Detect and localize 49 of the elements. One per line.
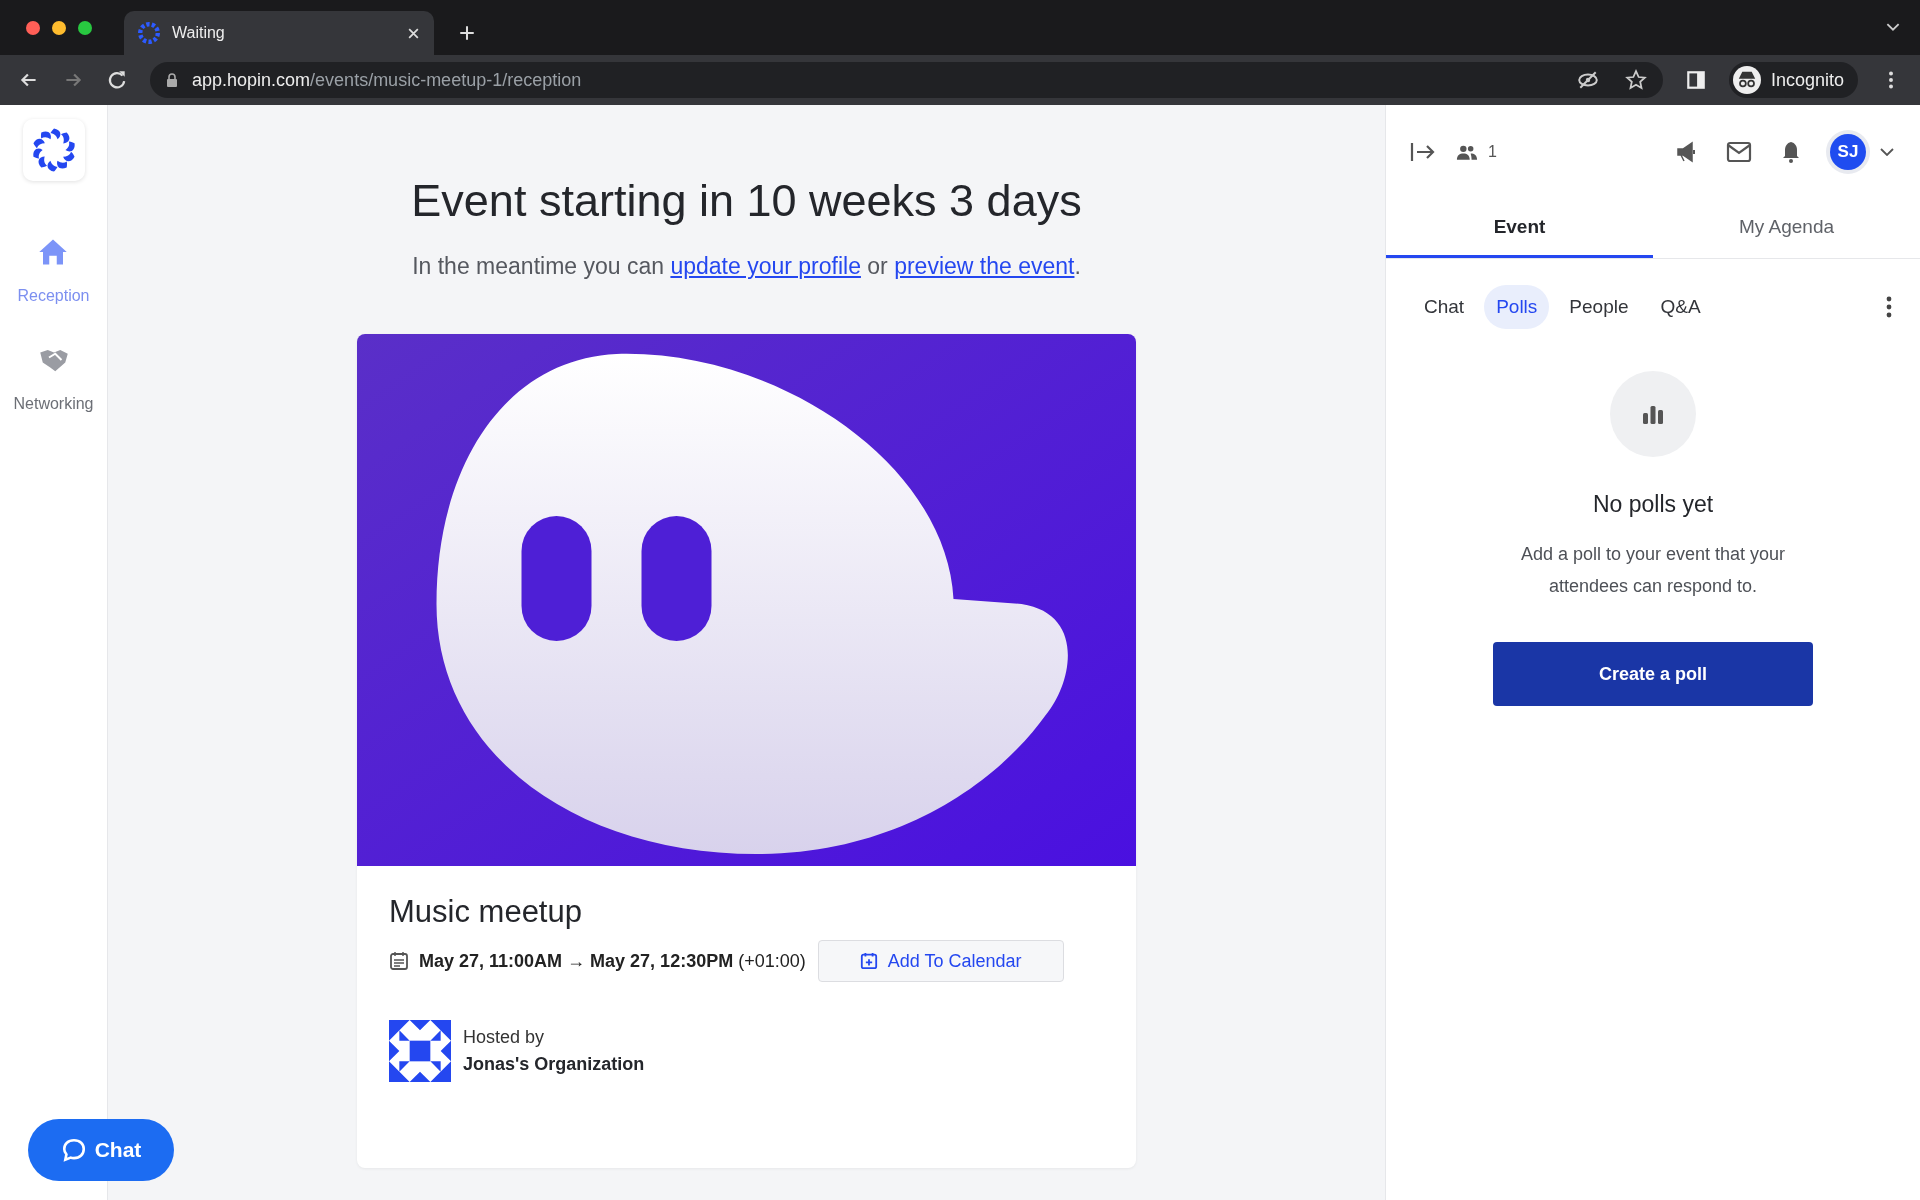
event-title: Music meetup: [389, 894, 583, 930]
bar-chart-icon: [1642, 404, 1664, 424]
panel-tab[interactable]: Event: [1386, 199, 1653, 258]
window-minimize-button[interactable]: [52, 20, 66, 35]
window-close-button[interactable]: [26, 20, 40, 35]
sub-tab[interactable]: Polls: [1484, 285, 1550, 329]
sub-tab[interactable]: Q&A: [1648, 285, 1713, 329]
attendee-count[interactable]: 1: [1456, 143, 1497, 161]
incognito-icon: [1732, 66, 1761, 94]
close-icon[interactable]: [407, 26, 420, 40]
host-name: Jonas's Organization: [463, 1054, 645, 1075]
sidebar-icon[interactable]: [1684, 69, 1707, 91]
panel-tab[interactable]: My Agenda: [1653, 199, 1920, 258]
user-avatar[interactable]: SJ: [1830, 134, 1866, 170]
browser-tab[interactable]: Waiting: [124, 11, 434, 55]
new-tab-icon[interactable]: [458, 24, 476, 42]
chevron-down-icon[interactable]: [1880, 148, 1894, 156]
logo-icon: [138, 22, 160, 44]
more-icon[interactable]: [1886, 296, 1892, 318]
profile-button[interactable]: Incognito: [1728, 62, 1858, 98]
event-date: May 27, 11:00AM → May 27, 12:30PM (+01:00): [419, 950, 806, 972]
chat-button[interactable]: Chat: [28, 1119, 174, 1181]
tab-title: Waiting: [172, 24, 225, 42]
sub-tab[interactable]: Chat: [1412, 285, 1477, 329]
calendar-plus-icon: [859, 952, 878, 970]
add-to-calendar-button[interactable]: Add To Calendar: [817, 940, 1064, 982]
chat-bubble-icon: [60, 1137, 87, 1163]
organization-logo: [389, 1020, 451, 1082]
address-bar[interactable]: app.hopin.com/events/music-meetup-1/reception: [150, 62, 1663, 98]
hosted-by-label: Hosted by: [463, 1027, 546, 1048]
reload-icon[interactable]: [106, 69, 128, 91]
people-icon: [1456, 143, 1478, 161]
lock-icon: [166, 73, 178, 87]
empty-state-text: Add a poll to your event that your attendees can respond to.: [1519, 543, 1787, 598]
mail-icon[interactable]: [1726, 140, 1752, 164]
eye-off-icon[interactable]: [1576, 69, 1599, 91]
star-icon[interactable]: [1624, 69, 1647, 91]
collapse-panel-icon[interactable]: [1410, 140, 1436, 164]
calendar-icon: [389, 951, 409, 971]
home-icon: [38, 237, 69, 267]
intro-text: In the meantime you can update your profile or preview the event.: [412, 253, 1081, 280]
sub-tab[interactable]: People: [1557, 285, 1641, 329]
countdown-heading: Event starting in 10 weeks 3 days: [411, 175, 1082, 227]
text-link[interactable]: update your profile: [670, 253, 861, 279]
empty-state-title: No polls yet: [1592, 491, 1714, 518]
text-link[interactable]: preview the event: [894, 253, 1075, 279]
window-zoom-button[interactable]: [78, 20, 92, 35]
create-poll-button[interactable]: Create a poll: [1493, 642, 1813, 706]
sidebar-item[interactable]: Networking: [13, 345, 94, 413]
